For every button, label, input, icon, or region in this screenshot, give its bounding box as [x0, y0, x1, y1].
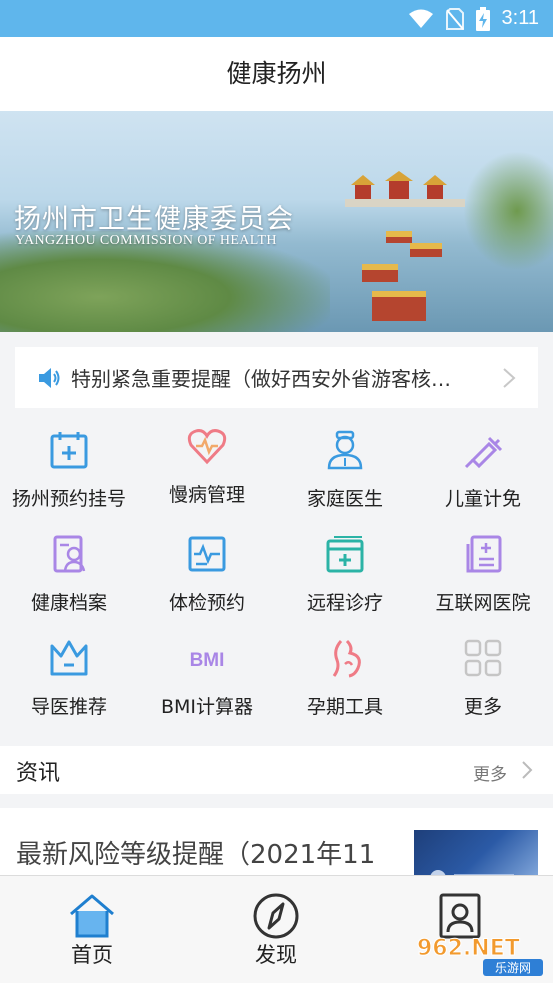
notice-text: 特别紧急重要提醒（做好西安外省游客核… — [71, 367, 451, 391]
syringe-icon — [464, 436, 503, 469]
news-list-item[interactable]: 最新风险等级提醒（2021年11 — [0, 808, 553, 878]
service-item-child-vaccine[interactable]: 儿童计免 — [414, 418, 552, 522]
calendar-plus-icon — [50, 432, 88, 469]
ecg-monitor-icon — [188, 536, 226, 572]
banner-boat — [362, 264, 398, 282]
service-item-telemedicine[interactable]: 远程诊疗 — [276, 522, 414, 626]
service-label: 慢病管理 — [168, 484, 245, 506]
svg-text:962.NET: 962.NET — [417, 936, 520, 961]
online-hospital-icon — [466, 535, 502, 573]
status-time: 3:11 — [501, 7, 539, 29]
doctor-icon — [327, 430, 363, 470]
more-grid-icon — [464, 639, 502, 677]
service-item-bmi[interactable]: BMI BMI计算器 — [138, 626, 276, 730]
app-header: 健康扬州 — [0, 37, 553, 111]
service-label: 互联网医院 — [435, 592, 531, 614]
service-label: 远程诊疗 — [306, 592, 383, 614]
service-item-appointment[interactable]: 扬州预约挂号 — [0, 418, 138, 522]
service-label: 导医推荐 — [30, 696, 107, 718]
chevron-right-icon — [503, 368, 516, 388]
notice-bar[interactable]: 特别紧急重要提醒（做好西安外省游客核… — [15, 347, 538, 408]
service-label: 体检预约 — [168, 592, 245, 614]
tab-label: 发现 — [255, 943, 297, 967]
svg-text:乐游网: 乐游网 — [495, 961, 531, 975]
service-item-more[interactable]: 更多 — [414, 626, 552, 730]
news-section-header: 资讯 更多 — [0, 746, 553, 794]
service-label: BMI计算器 — [160, 696, 254, 718]
service-item-chronic[interactable]: 慢病管理 — [138, 418, 276, 522]
pregnancy-icon — [332, 639, 361, 678]
news-thumbnail-graphic — [430, 870, 514, 878]
service-item-online-hospital[interactable]: 互联网医院 — [414, 522, 552, 626]
status-bar: 3:11 — [0, 0, 553, 37]
chevron-right-icon[interactable] — [521, 760, 533, 780]
profile-document-icon — [53, 535, 86, 573]
home-icon — [70, 894, 114, 938]
service-item-family-doctor[interactable]: 家庭医生 — [276, 418, 414, 522]
service-label: 儿童计免 — [444, 488, 521, 510]
news-item-title: 最新风险等级提醒（2021年11 — [16, 840, 376, 870]
remote-clinic-icon — [326, 536, 364, 573]
tab-discover[interactable]: 发现 — [184, 876, 368, 983]
bottom-tab-bar: 首页 发现 962.NET 乐游网 — [0, 875, 553, 983]
news-more-link[interactable]: 更多 — [473, 760, 507, 785]
service-item-health-record[interactable]: 健康档案 — [0, 522, 138, 626]
service-item-checkup[interactable]: 体检预约 — [138, 522, 276, 626]
service-item-pregnancy[interactable]: 孕期工具 — [276, 626, 414, 730]
news-section-title: 资讯 — [16, 761, 61, 786]
wifi-icon — [408, 9, 433, 28]
bmi-icon: BMI — [190, 650, 225, 671]
banner-image[interactable]: 扬州市卫生健康委员会 YANGZHOU COMMISSION OF HEALTH — [0, 111, 553, 332]
service-label: 家庭医生 — [306, 488, 383, 510]
service-label: 更多 — [463, 696, 502, 718]
svg-text:BMI: BMI — [190, 650, 225, 671]
banner-title-en: YANGZHOU COMMISSION OF HEALTH — [15, 233, 277, 248]
tab-label: 首页 — [71, 943, 113, 967]
banner-title-cn: 扬州市卫生健康委员会 — [14, 204, 294, 235]
banner-trees-right — [463, 151, 553, 271]
watermark-logo: 962.NET 乐游网 — [417, 936, 543, 976]
battery-charging-icon — [475, 6, 490, 31]
banner-boat — [410, 243, 442, 257]
crown-icon — [50, 640, 88, 676]
banner-boat — [372, 291, 426, 321]
tab-home[interactable]: 首页 — [0, 876, 184, 983]
no-sim-icon — [445, 7, 464, 30]
banner-pavilion-bridge — [345, 171, 465, 207]
service-item-guide[interactable]: 导医推荐 — [0, 626, 138, 730]
service-grid: 扬州预约挂号 慢病管理 家庭医生 儿童计免 健康档案 体检预约 远程诊疗 互联网… — [0, 418, 553, 730]
service-label: 健康档案 — [30, 592, 107, 614]
banner-boat — [386, 231, 412, 243]
speaker-icon — [39, 367, 60, 388]
service-label: 孕期工具 — [306, 696, 383, 718]
heart-pulse-icon — [187, 429, 227, 465]
news-thumbnail — [414, 830, 538, 878]
service-label: 扬州预约挂号 — [11, 488, 126, 510]
compass-icon — [253, 893, 299, 939]
page-title: 健康扬州 — [226, 59, 327, 88]
status-icons: 3:11 — [408, 0, 539, 37]
